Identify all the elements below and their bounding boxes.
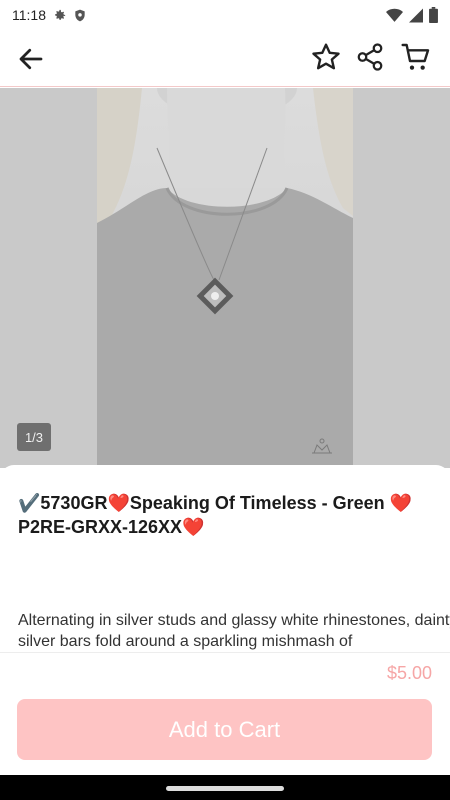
gear-icon: [55, 9, 66, 20]
product-description: Alternating in silver studs and glassy w…: [18, 612, 450, 650]
wifi-icon: [386, 8, 403, 22]
battery-icon: [429, 7, 438, 23]
add-to-cart-button[interactable]: Add to Cart: [17, 699, 432, 760]
back-arrow-icon[interactable]: [16, 44, 46, 74]
product-photo: [97, 88, 353, 468]
product-title: ✔️5730GR❤️Speaking Of Timeless - Green ❤…: [18, 493, 413, 537]
product-image-gallery[interactable]: [0, 88, 450, 468]
product-price: $5.00: [386, 663, 432, 683]
status-time: 11:18: [12, 7, 46, 23]
cart-icon[interactable]: [400, 41, 432, 73]
app-bar: [0, 30, 450, 87]
home-gesture-handle[interactable]: [166, 786, 284, 791]
status-right: [386, 7, 438, 23]
star-icon[interactable]: [310, 41, 342, 73]
share-icon[interactable]: [355, 42, 385, 72]
signal-icon: [409, 8, 423, 22]
shield-icon: [75, 9, 85, 21]
image-counter: 1/3: [17, 423, 51, 451]
status-left: 11:18: [12, 7, 87, 23]
status-bar: 11:18: [0, 0, 450, 30]
